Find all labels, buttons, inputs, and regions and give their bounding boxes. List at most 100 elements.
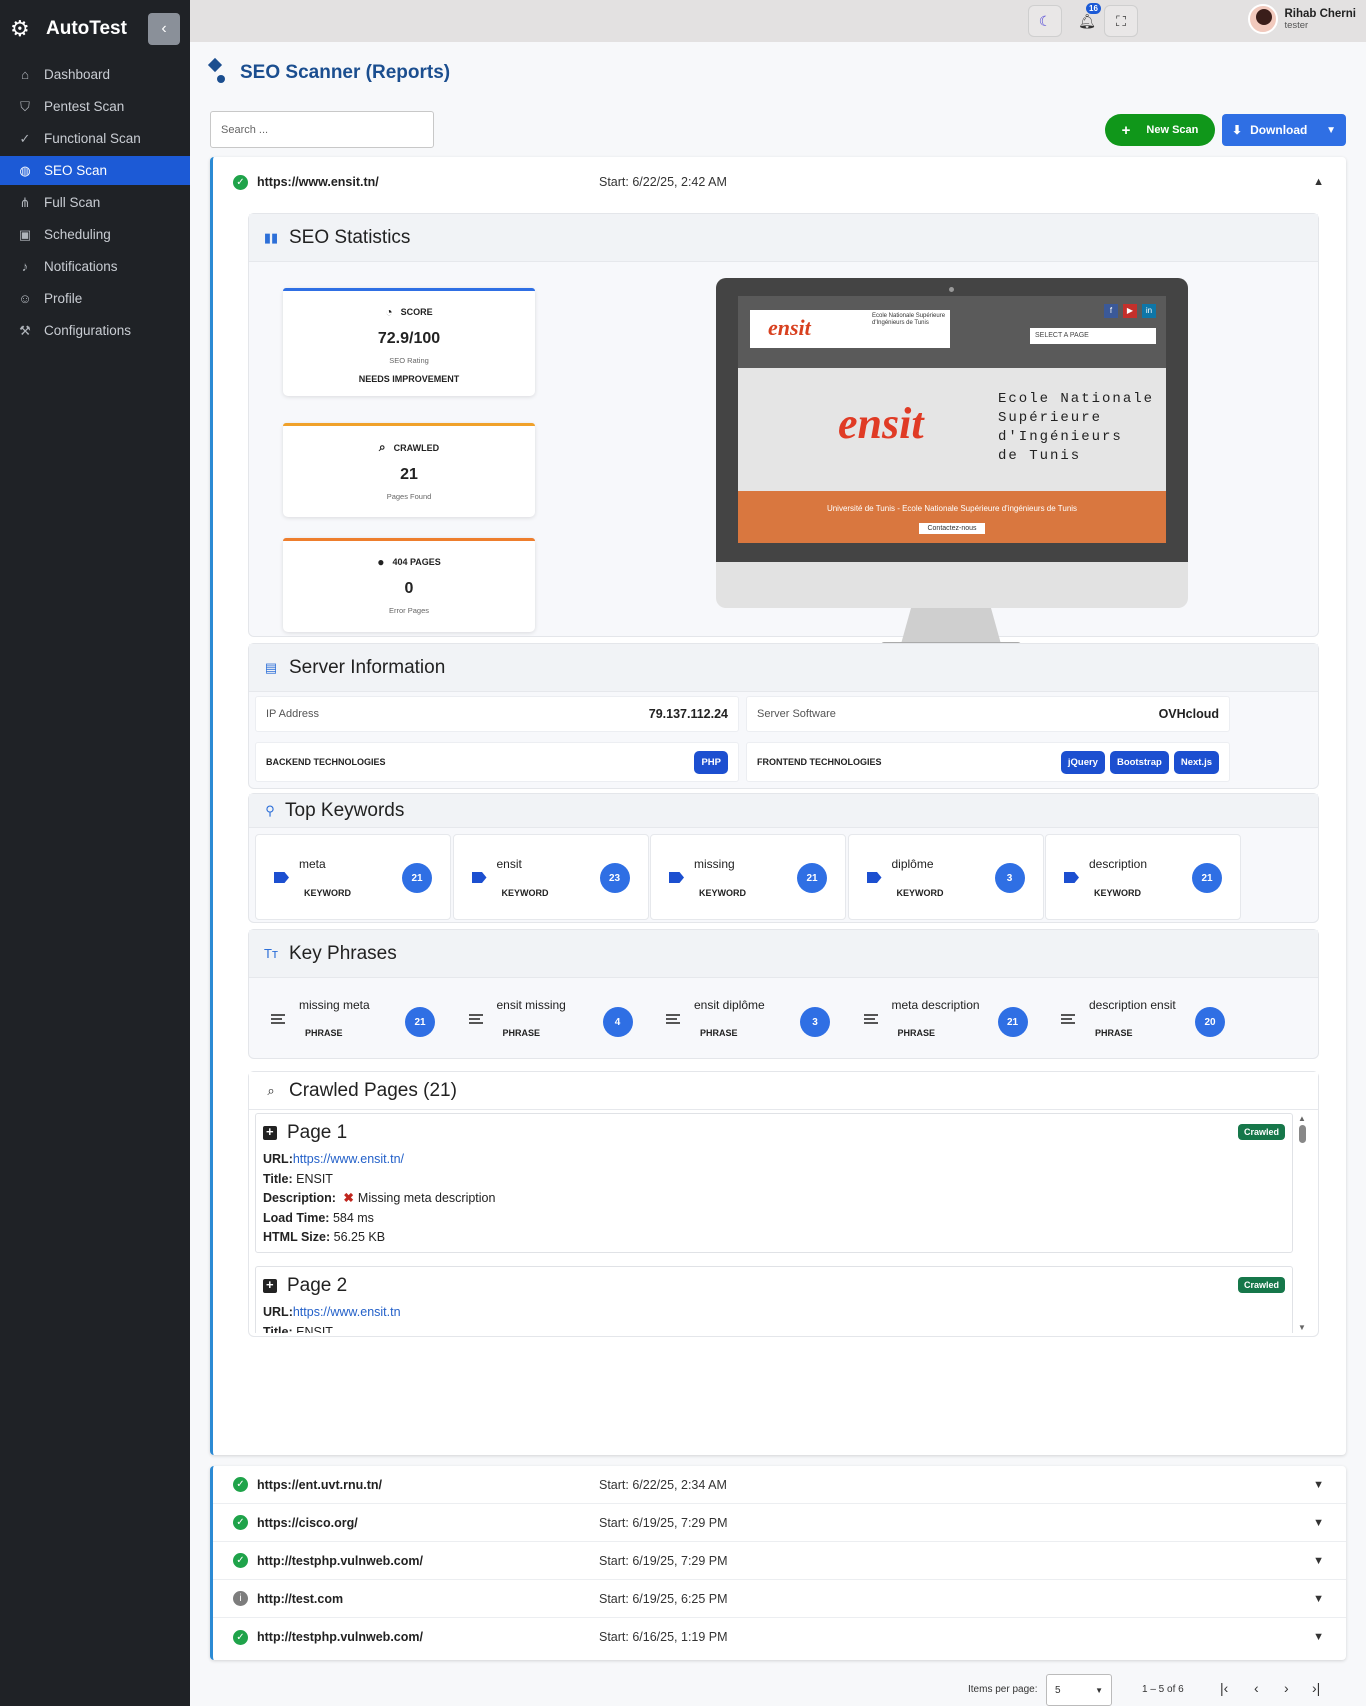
panel-title: Key Phrases: [289, 942, 397, 964]
backend-label: BACKEND TECHNOLOGIES: [266, 757, 386, 767]
fullscreen-button[interactable]: ⛶: [1104, 5, 1138, 37]
fullscreen-icon: ⛶: [1116, 12, 1126, 29]
sidebar-item-dashboard[interactable]: ⌂ Dashboard: [0, 60, 190, 89]
scroll-thumb[interactable]: [1298, 1125, 1306, 1143]
tag-icon: [471, 872, 487, 883]
phrase-count: 21: [405, 1007, 435, 1037]
sidebar-item-label: Functional Scan: [44, 131, 141, 146]
keyword-type: KEYWORD: [501, 888, 549, 898]
server-info-panel: ▤ Server Information IP Address 79.137.1…: [248, 643, 1319, 789]
sidebar-item-notifications[interactable]: ♪ Notifications: [0, 252, 190, 281]
text-size-icon: Tт: [264, 946, 278, 961]
crawled-pages-scrollbar[interactable]: ▲ ▼: [1295, 1114, 1309, 1332]
keyword-name: ensit: [496, 857, 522, 871]
backend-tech-cell: BACKEND TECHNOLOGIES PHP: [255, 742, 739, 782]
scroll-up-icon[interactable]: ▲: [1295, 1114, 1309, 1123]
panel-title: Crawled Pages (21): [289, 1079, 457, 1101]
user-icon: ☺: [18, 291, 32, 306]
scan-row[interactable]: i http://test.com Start: 6/19/25, 6:25 PM ▼: [213, 1580, 1346, 1618]
user-role: tester: [1284, 19, 1309, 31]
sidebar-item-scheduling[interactable]: ▣ Scheduling: [0, 220, 190, 249]
page-url-link[interactable]: https://www.ensit.tn/: [293, 1152, 404, 1166]
chevron-up-icon[interactable]: ▲: [1313, 176, 1324, 188]
keyword-type: KEYWORD: [1094, 888, 1141, 898]
previous-page-icon[interactable]: ‹: [1254, 1680, 1259, 1696]
new-scan-button[interactable]: + New Scan: [1105, 114, 1215, 146]
field-value: ENSIT: [296, 1171, 333, 1186]
panel-header: ⚲ Top Keywords: [249, 794, 1318, 828]
scroll-down-icon[interactable]: ▼: [1295, 1323, 1309, 1332]
sidebar-item-functional-scan[interactable]: ✓ Functional Scan: [0, 124, 190, 153]
phrase-item: description ensit PHRASE 20: [1049, 986, 1239, 1052]
sidebar-item-profile[interactable]: ☺ Profile: [0, 284, 190, 313]
user-menu[interactable]: Rihab Cherni tester: [1248, 4, 1356, 34]
scan-list: ✓ https://ent.uvt.rnu.tn/Start: 6/22/25, …: [210, 1466, 1346, 1660]
scan-start: Start: 6/22/25, 2:34 AM: [599, 1477, 727, 1492]
sidebar: ⚙ AutoTest ‹ ⌂ Dashboard ⛉ Pentest Scan ✓ Fun…: [0, 0, 190, 1706]
scan-url: https://ent.uvt.rnu.tn/: [257, 1477, 382, 1492]
expand-icon[interactable]: [263, 1124, 277, 1140]
panel-title: Top Keywords: [285, 799, 405, 821]
key-phrases-panel: Tт Key Phrases missing meta PHRASE 21 ensit…: [248, 929, 1319, 1059]
collapse-sidebar-button[interactable]: ‹: [148, 13, 180, 45]
sidebar-item-configurations[interactable]: ⚒ Configurations: [0, 316, 190, 345]
phrase-name: description ensit: [1089, 998, 1176, 1012]
field-value: Missing meta description: [357, 1191, 496, 1205]
globe-icon: ◍: [19, 162, 31, 178]
phrase-type: PHRASE: [305, 1028, 343, 1038]
download-button[interactable]: ⬇ Download ▼: [1222, 114, 1346, 146]
phrase-name: meta description: [891, 998, 980, 1012]
sidebar-item-seo-scan[interactable]: ◍ SEO Scan: [0, 156, 190, 185]
keyword-count: 23: [599, 863, 630, 893]
last-page-icon[interactable]: ›|: [1312, 1680, 1320, 1696]
theme-toggle-button[interactable]: ☾: [1028, 5, 1062, 37]
sidebar-item-full-scan[interactable]: ⋔ Full Scan: [0, 188, 190, 217]
scan-url: http://testphp.vulnweb.com/: [257, 1630, 423, 1644]
shield-icon: ⛉: [20, 98, 30, 114]
field-value: 584 ms: [332, 1210, 374, 1225]
plus-icon: +: [1121, 121, 1131, 139]
chevron-down-icon[interactable]: ▼: [1313, 1631, 1324, 1643]
crawled-card: ⌕ CRAWLED 21 Pages Found: [283, 423, 535, 517]
field-value: ENSIT: [296, 1324, 333, 1334]
chevron-down-icon[interactable]: ▼: [1313, 1479, 1324, 1491]
search-input[interactable]: [210, 111, 434, 148]
field-label: URL:: [263, 1305, 293, 1319]
frontend-label: FRONTEND TECHNOLOGIES: [757, 757, 882, 767]
phrase-item: missing meta PHRASE 21: [259, 986, 449, 1052]
scan-row-header[interactable]: ✓ https://www.ensit.tn/ Start: 6/22/25, …: [213, 157, 1346, 207]
keyword-card: diplôme KEYWORD 3: [847, 834, 1044, 920]
score-sub: SEO Rating: [389, 356, 429, 365]
home-icon: ⌂: [21, 67, 29, 82]
scan-row[interactable]: ✓ https://cisco.org/Start: 6/19/25, 7:29 …: [213, 1504, 1346, 1542]
gear-logo-icon: ⚙: [10, 16, 30, 41]
chevron-down-icon[interactable]: ▼: [1313, 1555, 1324, 1567]
crawled-pages-list[interactable]: Page 1CrawledURL:https://www.ensit.tn/Ti…: [255, 1113, 1293, 1333]
keyword-count: 21: [797, 863, 827, 893]
sidebar-item-label: Full Scan: [44, 195, 101, 210]
scan-row[interactable]: ✓ https://ent.uvt.rnu.tn/Start: 6/22/25, …: [213, 1466, 1346, 1504]
spider-search-icon: ⌕: [267, 1082, 275, 1098]
page-field-url: URL:https://www.ensit.tn: [263, 1303, 1285, 1323]
notifications-button[interactable]: 🔔︎ 16: [1070, 3, 1104, 37]
chevron-down-icon[interactable]: ▼: [1313, 1593, 1324, 1605]
next-page-icon[interactable]: ›: [1284, 1680, 1289, 1696]
page-heading: SEO Scanner (Reports): [240, 62, 451, 83]
site-select: SELECT A PAGE: [1030, 328, 1156, 344]
expand-icon[interactable]: [263, 1277, 277, 1293]
phrase-item: ensit diplôme PHRASE 3: [654, 986, 844, 1052]
crawled-page-card: Page 1 Crawled URL:https://www.ensit.tn/Ti…: [255, 1113, 1293, 1253]
chevron-down-icon[interactable]: ▼: [1313, 1517, 1324, 1529]
success-check-icon: ✓: [233, 174, 248, 190]
scan-row[interactable]: ✓ http://testphp.vulnweb.com/Start: 6/19/…: [213, 1542, 1346, 1580]
phrase-name: ensit missing: [496, 998, 566, 1012]
items-per-page-select[interactable]: 5 ▼: [1046, 1674, 1112, 1706]
page-url-link[interactable]: https://www.ensit.tn: [293, 1305, 401, 1319]
sidebar-item-label: Scheduling: [44, 227, 111, 242]
scan-start: Start: 6/19/25, 7:29 PM: [599, 1515, 728, 1530]
first-page-icon[interactable]: |‹: [1220, 1680, 1228, 1696]
scan-row[interactable]: ✓ http://testphp.vulnweb.com/Start: 6/16/…: [213, 1618, 1346, 1656]
sidebar-item-pentest-scan[interactable]: ⛉ Pentest Scan: [0, 92, 190, 121]
scan-url: https://cisco.org/: [257, 1515, 358, 1530]
error-label: 404 PAGES: [392, 557, 441, 567]
